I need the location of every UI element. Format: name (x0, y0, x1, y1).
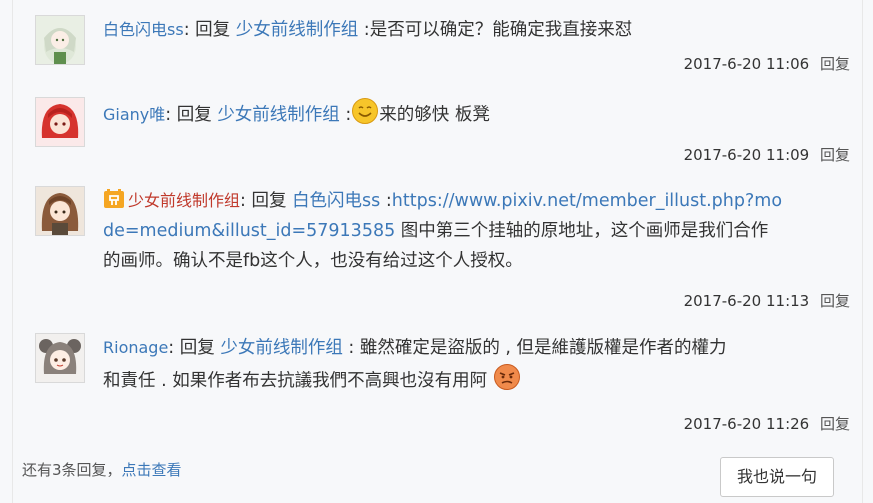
comment-meta: 2017-6-20 11:13 回复 (684, 290, 850, 311)
gray-haired-girl-avatar (36, 334, 84, 382)
timestamp: 2017-6-20 11:06 (683, 55, 810, 73)
reply-button[interactable]: 回复 (820, 146, 850, 164)
reply-target-link[interactable]: 白色闪电ss (292, 191, 380, 211)
reply-target-link[interactable]: 少女前线制作组 (217, 105, 340, 125)
avatar[interactable] (35, 186, 85, 236)
avatar[interactable] (35, 333, 85, 383)
angry-face-icon (493, 364, 520, 390)
colon: : (183, 20, 196, 40)
brown-haired-girl-avatar (36, 187, 84, 235)
username-link[interactable]: Giany唯 (103, 105, 165, 124)
comment-text: :是否可以确定？能确定我直接来怼 (358, 20, 633, 40)
username-link[interactable]: Rionage (103, 338, 168, 357)
reply-word: 回复 (179, 338, 215, 358)
timestamp: 2017-6-20 11:13 (683, 292, 810, 310)
reply-button[interactable]: 回复 (820, 415, 850, 433)
view-more-link[interactable]: 点击查看 (122, 461, 182, 479)
comment-meta: 2017-6-20 11:26 回复 (684, 413, 850, 434)
username-link[interactable]: 白色闪电ss (103, 20, 184, 39)
more-replies: 还有3条回复，点击查看 (22, 459, 182, 480)
reply-target-link[interactable]: 少女前线制作组 (220, 338, 343, 358)
colon: : (165, 105, 177, 125)
comment-text-line2: 和責任 . 如果作者布去抗議我們不高興也沒有用阿 (103, 371, 493, 391)
avatar[interactable] (35, 15, 85, 65)
comment-text-prefix: : (380, 191, 392, 211)
more-replies-text: 还有3条回复， (22, 461, 122, 479)
comment-text-line2: 图中第三个挂轴的原地址，这个画师是我们合作 (395, 221, 769, 241)
username-link[interactable]: 少女前线制作组 (128, 191, 240, 210)
colon: : (240, 191, 252, 211)
comment-text-line3: 的画师。确认不是fb这个人，也没有给过这个人授权。 (103, 251, 523, 271)
comment-meta: 2017-6-20 11:06 回复 (684, 53, 850, 74)
url-link-line2[interactable]: de=medium&illust_id=57913585 (103, 221, 395, 241)
comment-text-prefix: : (339, 105, 352, 125)
reply-button[interactable]: 回复 (820, 292, 850, 310)
green-haired-girl-avatar (36, 16, 84, 64)
write-comment-button[interactable]: 我也说一句 (720, 457, 834, 497)
reply-word: 回复 (176, 105, 212, 125)
reply-button[interactable]: 回复 (820, 55, 850, 73)
avatar[interactable] (35, 97, 85, 147)
timestamp: 2017-6-20 11:09 (683, 146, 810, 164)
red-haired-girl-avatar (36, 98, 84, 146)
comment-meta: 2017-6-20 11:09 回复 (684, 144, 850, 165)
reply-target-link[interactable]: 少女前线制作组 (236, 20, 359, 40)
reply-word: 回复 (251, 191, 287, 211)
comment-panel: 白色闪电ss: 回复 少女前线制作组 :是否可以确定？能确定我直接来怼 2017… (12, 0, 863, 503)
colon: : (168, 338, 180, 358)
official-badge-icon (104, 189, 124, 208)
smiley-face-icon (352, 98, 379, 124)
reply-word: 回复 (195, 20, 231, 40)
timestamp: 2017-6-20 11:26 (683, 415, 810, 433)
comment-text: 来的够快 板凳 (379, 105, 490, 125)
url-link-line1[interactable]: https://www.pixiv.net/member_illust.php?… (392, 191, 782, 211)
comment-text-line1: : 雖然確定是盜版的 , 但是維護版權是作者的權力 (342, 338, 727, 358)
